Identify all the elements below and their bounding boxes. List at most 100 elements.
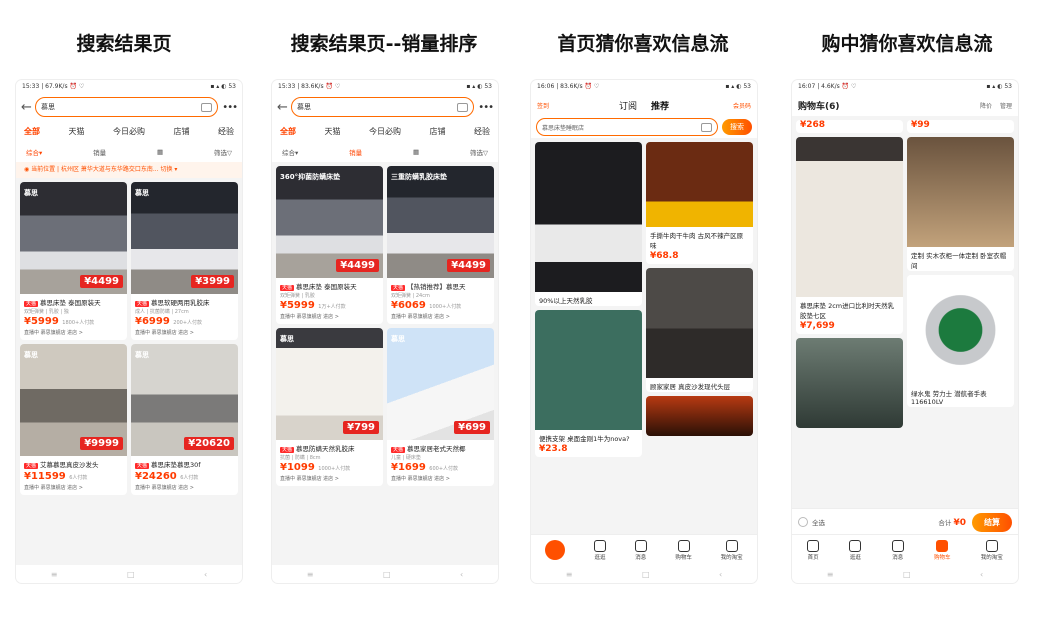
feed-card[interactable] [646, 396, 753, 436]
heading-search-results: 搜索结果页 [76, 33, 172, 55]
tab-my-taobao[interactable]: 我的淘宝 [721, 539, 743, 561]
product-card[interactable]: 慕思 ¥799 天猫 慕思防螨天然乳胶床 抗菌 | 防螨 | 8cm ¥1099 1… [276, 328, 383, 486]
home-icon[interactable]: □ [642, 570, 650, 579]
search-input[interactable]: 慕思 [291, 97, 475, 117]
tab-tmall[interactable]: 天猫 [69, 126, 85, 137]
shop-link[interactable]: 直播中 慕思旗舰店 进店 > [276, 312, 383, 324]
cart-title: 购物车(6) [798, 101, 840, 112]
select-all-checkbox[interactable] [798, 517, 808, 527]
tab-home[interactable]: 首页 [807, 539, 820, 561]
feed-card[interactable]: ¥99 [907, 120, 1014, 133]
member-code-button[interactable]: 会员码 [733, 101, 751, 110]
sort-comprehensive[interactable]: 综合▾ [282, 147, 298, 157]
tab-home[interactable] [545, 540, 566, 560]
browse-icon [849, 539, 862, 552]
checkin-button[interactable]: 签到 [537, 101, 549, 110]
camera-icon[interactable] [457, 102, 469, 112]
feed-card[interactable]: 顾家家居 真皮沙发现代头层 [646, 268, 753, 392]
tab-shops[interactable]: 店铺 [430, 126, 446, 137]
tab-shops[interactable]: 店铺 [174, 126, 190, 137]
feed-card[interactable]: ¥268 [796, 120, 903, 133]
tab-experience[interactable]: 经验 [218, 126, 234, 137]
sort-comprehensive[interactable]: 综合▾ [26, 147, 42, 157]
back-icon[interactable]: ‹ [204, 570, 207, 579]
menu-icon[interactable]: ≡ [51, 570, 58, 579]
camera-icon[interactable] [201, 102, 213, 112]
search-row: ← 慕思 ••• [16, 94, 242, 120]
product-card[interactable]: 慕思 ¥4499 天猫 慕思床垫 泰国原装天 双矩弹簧 | 乳胶 | 独 ¥5999… [20, 182, 127, 340]
product-price: ¥5999 [280, 300, 315, 311]
home-icon[interactable]: □ [127, 570, 135, 579]
tab-messages[interactable]: 消息 [634, 539, 647, 561]
sort-sales[interactable]: 销量 [93, 147, 106, 157]
status-bar: 16:07 | 4.6K/s ⏰ ♡ ▪ ▴ ◐ 53 [792, 80, 1018, 94]
tab-messages[interactable]: 消息 [891, 539, 904, 561]
menu-icon[interactable]: ≡ [307, 570, 314, 579]
product-card[interactable]: 慕思 ¥20620 天猫 慕思床垫慕思30f ¥24260 6人付款 直播中 慕思旗… [131, 344, 238, 495]
feed-card[interactable]: 90%以上天然乳胶 [535, 142, 642, 306]
camera-icon[interactable] [701, 122, 712, 132]
tab-all[interactable]: 全部 [280, 126, 296, 137]
home-icon[interactable]: □ [383, 570, 391, 579]
settle-button[interactable]: 结算 [972, 512, 1012, 532]
tab-must-buy[interactable]: 今日必购 [369, 126, 401, 137]
tab-must-buy[interactable]: 今日必购 [113, 126, 145, 137]
product-price: ¥1699 [391, 462, 426, 473]
search-input[interactable]: 慕思 [35, 97, 219, 117]
product-title: 慕思防螨天然乳胶床 [296, 445, 355, 453]
tab-cart[interactable]: 购物车 [934, 539, 951, 561]
filter-button[interactable]: 筛选▽ [470, 147, 488, 157]
back-icon[interactable]: ‹ [460, 570, 463, 579]
price-drop-filter[interactable]: 降价 [980, 101, 992, 110]
search-input[interactable]: 慕思床垫睡眠店 [536, 118, 718, 136]
layout-toggle-icon[interactable]: ▦ [157, 148, 163, 156]
back-arrow-icon[interactable]: ← [277, 100, 288, 115]
tab-all[interactable]: 全部 [24, 126, 40, 137]
more-icon[interactable]: ••• [478, 102, 494, 113]
feed-card[interactable]: 绿水鬼 劳力士 潜航者手表 116610LV [907, 275, 1014, 407]
tab-subscribe[interactable]: 订阅 [619, 99, 637, 112]
shop-link[interactable]: 直播中 慕思旗舰店 进店 > [387, 474, 494, 486]
feed-card[interactable]: 定制 实木衣柜一体定制 卧室衣帽间 [907, 137, 1014, 271]
sort-sales[interactable]: 销量 [349, 147, 362, 157]
tab-tmall[interactable]: 天猫 [325, 126, 341, 137]
feed-card[interactable]: 手撕牛肉干牛肉 古风不辣产区原味 ¥68.8 [646, 142, 753, 264]
product-card[interactable]: 慕思 ¥3999 天猫 慕思软硬两用乳胶床 成人 | 抗菌防螨 | 27cm ¥69… [131, 182, 238, 340]
back-icon[interactable]: ‹ [719, 570, 722, 579]
menu-icon[interactable]: ≡ [566, 570, 573, 579]
product-card[interactable]: 三重防螨乳胶床垫 ¥4499 天猫 【热销推荐】慕思天 双矩弹簧 | 24cm ¥6… [387, 166, 494, 324]
tab-browse[interactable]: 逛逛 [594, 539, 607, 561]
tab-browse[interactable]: 逛逛 [849, 539, 862, 561]
search-tabs: 全部 天猫 今日必购 店铺 经验 [272, 120, 498, 142]
shop-link[interactable]: 直播中 慕思旗舰店 进店 > [276, 474, 383, 486]
tab-my-taobao[interactable]: 我的淘宝 [981, 539, 1003, 561]
back-icon[interactable]: ‹ [980, 570, 983, 579]
tab-recommend[interactable]: 推荐 [651, 99, 669, 112]
tab-experience[interactable]: 经验 [474, 126, 490, 137]
filter-button[interactable]: 筛选▽ [214, 147, 232, 157]
layout-toggle-icon[interactable]: ▦ [413, 148, 419, 156]
shop-link[interactable]: 直播中 慕思旗舰店 进店 > [387, 312, 494, 324]
feed-card[interactable]: 便携支架 桌面金刚1牛为nova? ¥23.8 [535, 310, 642, 457]
feed-card[interactable]: 慕思床垫 2cm进口比利时天然乳胶垫七区 ¥7,699 [796, 137, 903, 334]
feed-price: ¥68.8 [650, 251, 679, 261]
more-icon[interactable]: ••• [222, 102, 238, 113]
product-card[interactable]: 360°抑菌防螨床垫 ¥4499 天猫 慕思床垫 泰国原装天 双矩弹簧 | 乳胶 ¥… [276, 166, 383, 324]
back-arrow-icon[interactable]: ← [21, 100, 32, 115]
shop-link[interactable]: 直播中 慕思旗舰店 进店 > [131, 328, 238, 340]
shop-link[interactable]: 直播中 慕思旗舰店 进店 > [131, 483, 238, 495]
product-card[interactable]: 慕思 ¥699 天猫 慕思家居老式天然椰 儿童 | 硬床垫 ¥1699 600+人付… [387, 328, 494, 486]
location-bar[interactable]: ◉ 当前位置 | 杭州区 萧华大道与东华路交口东南... 切换 ▾ [16, 162, 242, 178]
search-button[interactable]: 搜索 [722, 119, 752, 135]
tab-cart[interactable]: 购物车 [675, 539, 692, 561]
shop-link[interactable]: 直播中 慕思旗舰店 进店 > [20, 483, 127, 495]
product-image: 慕思 ¥3999 [131, 182, 238, 294]
phone-search-results: 15:33 | 67.9K/s ⏰ ♡ ▪ ▴ ◐ 53 ← 慕思 ••• 全部 … [16, 80, 242, 583]
menu-icon[interactable]: ≡ [827, 570, 834, 579]
product-price: ¥6069 [391, 300, 426, 311]
product-card[interactable]: 慕思 ¥9999 天猫 艾慕慕思真皮沙发头 ¥11599 6人付款 直播中 慕思旗舰… [20, 344, 127, 495]
feed-card[interactable] [796, 338, 903, 428]
manage-button[interactable]: 管理 [1000, 101, 1012, 110]
shop-link[interactable]: 直播中 慕思旗舰店 进店 > [20, 328, 127, 340]
home-icon[interactable]: □ [903, 570, 911, 579]
